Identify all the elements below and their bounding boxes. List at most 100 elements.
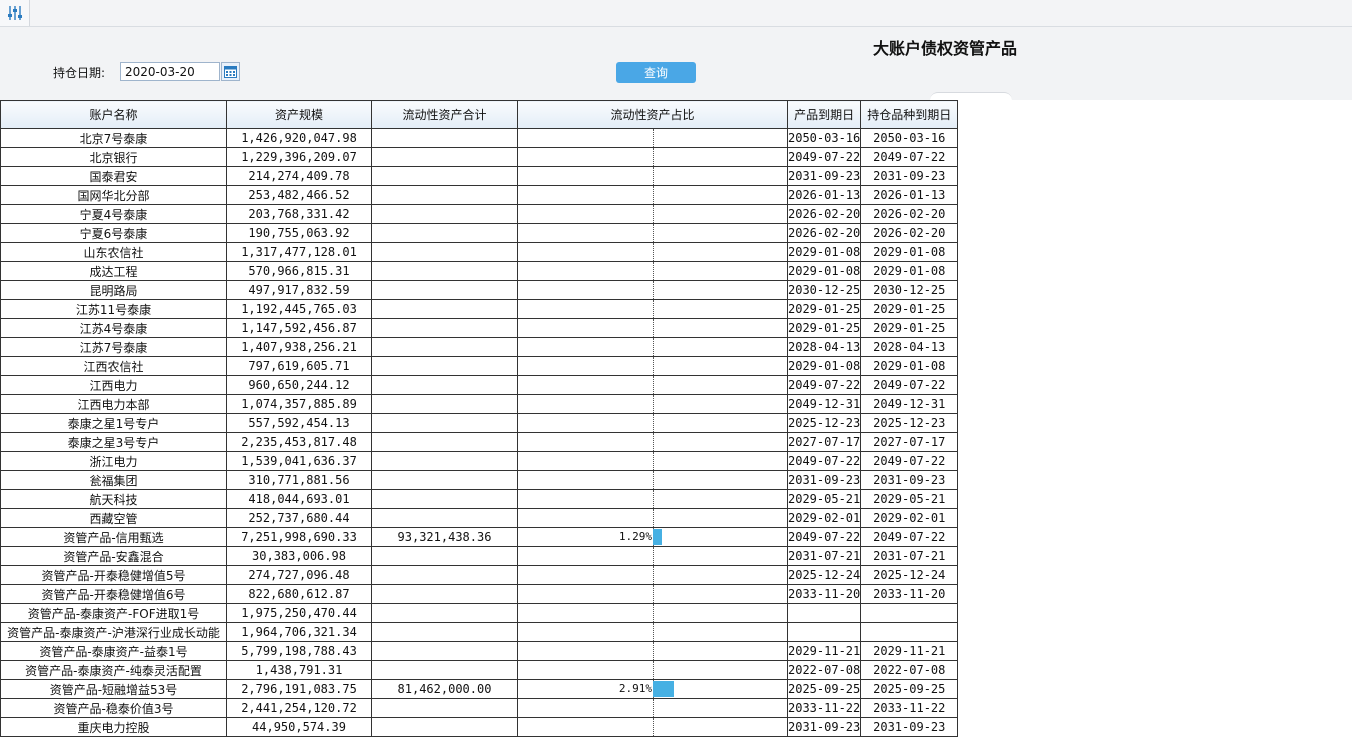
table-row: 江苏11号泰康 1,192,445,765.03 2029-01-25 2029-01… bbox=[0, 299, 959, 319]
ratio-baseline bbox=[653, 224, 654, 242]
ratio-baseline bbox=[653, 281, 654, 299]
cell-liquid-total bbox=[371, 489, 518, 509]
table-row: 浙江电力 1,539,041,636.37 2049-07-22 2049-07-22 bbox=[0, 451, 959, 471]
cell-liquid-ratio: 2.91% bbox=[517, 679, 788, 699]
date-input[interactable] bbox=[120, 62, 220, 81]
cell-liquid-ratio bbox=[517, 318, 788, 338]
cell-asset-scale: 310,771,881.56 bbox=[226, 470, 372, 490]
table-row: 重庆电力控股 44,950,574.39 2031-09-23 2031-09-23 bbox=[0, 717, 959, 737]
cell-account-name: 北京银行 bbox=[0, 147, 227, 167]
cell-liquid-ratio bbox=[517, 641, 788, 661]
filter-toggle-button[interactable] bbox=[0, 0, 30, 26]
cell-asset-scale: 7,251,998,690.33 bbox=[226, 527, 372, 547]
cell-product-due: 2049-07-22 bbox=[786, 147, 862, 167]
cell-liquid-ratio bbox=[517, 356, 788, 376]
cell-account-name: 北京7号泰康 bbox=[0, 128, 227, 148]
cell-product-due: 2026-01-13 bbox=[786, 185, 862, 205]
cell-product-due: 2022-07-08 bbox=[786, 660, 862, 680]
cell-product-due: 2029-01-08 bbox=[786, 261, 862, 281]
cell-liquid-ratio bbox=[517, 261, 788, 281]
cell-asset-scale: 557,592,454.13 bbox=[226, 413, 372, 433]
cell-product-due: 2029-05-21 bbox=[786, 489, 862, 509]
cell-asset-scale: 797,619,605.71 bbox=[226, 356, 372, 376]
cell-liquid-ratio bbox=[517, 147, 788, 167]
cell-asset-scale: 274,727,096.48 bbox=[226, 565, 372, 585]
column-header-account[interactable]: 账户名称 bbox=[0, 100, 227, 129]
cell-product-due: 2029-01-08 bbox=[786, 356, 862, 376]
top-toolbar bbox=[0, 0, 1352, 27]
ratio-baseline bbox=[653, 585, 654, 603]
cell-liquid-ratio bbox=[517, 280, 788, 300]
cell-product-due: 2025-09-25 bbox=[786, 679, 862, 699]
cell-holding-due: 2033-11-20 bbox=[860, 584, 959, 604]
cell-product-due: 2029-02-01 bbox=[786, 508, 862, 528]
table-row: 北京银行 1,229,396,209.07 2049-07-22 2049-07-22 bbox=[0, 147, 959, 167]
table-row: 国网华北分部 253,482,466.52 2026-01-13 2026-01-13 bbox=[0, 185, 959, 205]
cell-liquid-ratio bbox=[517, 622, 788, 642]
cell-holding-due: 2029-01-08 bbox=[860, 356, 959, 376]
cell-liquid-ratio bbox=[517, 698, 788, 718]
cell-product-due: 2049-07-22 bbox=[786, 527, 862, 547]
table-row: 昆明路局 497,917,832.59 2030-12-25 2030-12-25 bbox=[0, 280, 959, 300]
cell-liquid-ratio: 1.29% bbox=[517, 527, 788, 547]
cell-liquid-total bbox=[371, 223, 518, 243]
cell-liquid-total bbox=[371, 584, 518, 604]
cell-account-name: 江苏4号泰康 bbox=[0, 318, 227, 338]
query-button[interactable]: 查询 bbox=[616, 62, 696, 83]
cell-product-due: 2026-02-20 bbox=[786, 223, 862, 243]
cell-holding-due: 2033-11-22 bbox=[860, 698, 959, 718]
ratio-baseline bbox=[653, 699, 654, 717]
cell-account-name: 西藏空管 bbox=[0, 508, 227, 528]
cell-holding-due: 2029-01-08 bbox=[860, 261, 959, 281]
ratio-baseline bbox=[653, 623, 654, 641]
cell-liquid-ratio bbox=[517, 128, 788, 148]
cell-liquid-total bbox=[371, 185, 518, 205]
cell-liquid-total bbox=[371, 375, 518, 395]
cell-account-name: 泰康之星3号专户 bbox=[0, 432, 227, 452]
cell-product-due bbox=[786, 603, 862, 623]
cell-liquid-total bbox=[371, 508, 518, 528]
cell-liquid-ratio bbox=[517, 432, 788, 452]
ratio-baseline bbox=[653, 167, 654, 185]
cell-liquid-ratio bbox=[517, 223, 788, 243]
cell-product-due: 2029-11-21 bbox=[786, 641, 862, 661]
cell-product-due: 2025-12-24 bbox=[786, 565, 862, 585]
cell-liquid-total bbox=[371, 166, 518, 186]
table-row: 成达工程 570,966,815.31 2029-01-08 2029-01-08 bbox=[0, 261, 959, 281]
cell-liquid-total bbox=[371, 622, 518, 642]
sliders-icon bbox=[7, 6, 22, 20]
cell-liquid-total bbox=[371, 660, 518, 680]
cell-account-name: 成达工程 bbox=[0, 261, 227, 281]
cell-account-name: 资管产品-开泰稳健增值5号 bbox=[0, 565, 227, 585]
ratio-baseline bbox=[653, 414, 654, 432]
cell-holding-due: 2031-09-23 bbox=[860, 470, 959, 490]
calendar-button[interactable] bbox=[221, 62, 240, 81]
cell-account-name: 资管产品-泰康资产-FOF进取1号 bbox=[0, 603, 227, 623]
cell-liquid-total bbox=[371, 432, 518, 452]
column-header-holding-due[interactable]: 持仓品种到期日 bbox=[860, 100, 959, 129]
cell-liquid-total: 81,462,000.00 bbox=[371, 679, 518, 699]
cell-asset-scale: 1,147,592,456.87 bbox=[226, 318, 372, 338]
cell-asset-scale: 1,192,445,765.03 bbox=[226, 299, 372, 319]
column-header-scale[interactable]: 资产规模 bbox=[226, 100, 372, 129]
table-row: 资管产品-泰康资产-FOF进取1号 1,975,250,470.44 bbox=[0, 603, 959, 623]
table-header-row: 账户名称 资产规模 流动性资产合计 流动性资产占比 产品到期日 持仓品种到期日 bbox=[0, 100, 959, 129]
cell-holding-due bbox=[860, 603, 959, 623]
cell-asset-scale: 822,680,612.87 bbox=[226, 584, 372, 604]
column-header-product-due[interactable]: 产品到期日 bbox=[786, 100, 862, 129]
table-row: 瓮福集团 310,771,881.56 2031-09-23 2031-09-23 bbox=[0, 470, 959, 490]
cell-product-due: 2049-12-31 bbox=[786, 394, 862, 414]
cell-liquid-total bbox=[371, 698, 518, 718]
cell-liquid-ratio bbox=[517, 660, 788, 680]
cell-product-due: 2049-07-22 bbox=[786, 375, 862, 395]
cell-account-name: 资管产品-泰康资产-益泰1号 bbox=[0, 641, 227, 661]
column-header-liquid-ratio[interactable]: 流动性资产占比 bbox=[517, 100, 788, 129]
table-row: 山东农信社 1,317,477,128.01 2029-01-08 2029-01-0… bbox=[0, 242, 959, 262]
cell-account-name: 国泰君安 bbox=[0, 166, 227, 186]
cell-account-name: 瓮福集团 bbox=[0, 470, 227, 490]
table-row: 资管产品-信用甄选 7,251,998,690.33 93,321,438.36 1.… bbox=[0, 527, 959, 547]
cell-product-due: 2031-07-21 bbox=[786, 546, 862, 566]
column-header-liquid-total[interactable]: 流动性资产合计 bbox=[371, 100, 518, 129]
cell-account-name: 宁夏6号泰康 bbox=[0, 223, 227, 243]
cell-liquid-total bbox=[371, 565, 518, 585]
